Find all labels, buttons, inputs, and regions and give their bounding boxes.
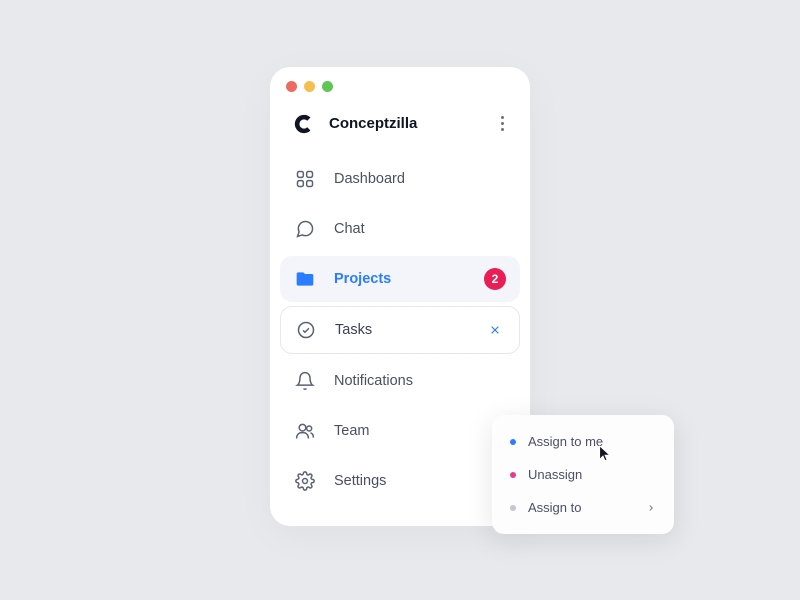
sidebar-item-tasks[interactable]: Tasks: [280, 306, 520, 354]
more-menu-button[interactable]: [497, 112, 508, 135]
menu-item-assign-to-me[interactable]: Assign to me: [498, 425, 668, 458]
projects-count-badge: 2: [484, 268, 506, 290]
sidebar-item-projects[interactable]: Projects 2: [280, 256, 520, 302]
sidebar-item-dashboard[interactable]: Dashboard: [280, 156, 520, 202]
app-logo-icon: [292, 112, 316, 136]
menu-item-label: Assign to me: [528, 434, 603, 449]
sidebar-item-label: Team: [334, 423, 369, 439]
menu-item-assign-to[interactable]: Assign to: [498, 491, 668, 524]
menu-item-unassign[interactable]: Unassign: [498, 458, 668, 491]
close-icon[interactable]: [485, 320, 505, 340]
sidebar-item-label: Settings: [334, 473, 386, 489]
sidebar-item-settings[interactable]: Settings: [280, 458, 520, 504]
status-dot-icon: [510, 472, 516, 478]
app-window: Conceptzilla Dashboard Chat Projects 2: [270, 67, 530, 526]
status-dot-icon: [510, 505, 516, 511]
gear-icon: [294, 470, 316, 492]
sidebar-nav: Dashboard Chat Projects 2 Tasks: [270, 156, 530, 526]
menu-item-label: Assign to: [528, 500, 581, 515]
sidebar-item-label: Chat: [334, 221, 365, 237]
minimize-traffic-dot[interactable]: [304, 81, 315, 92]
chat-icon: [294, 218, 316, 240]
bell-icon: [294, 370, 316, 392]
sidebar-item-label: Projects: [334, 271, 391, 287]
brand-header: Conceptzilla: [270, 106, 530, 156]
brand-name: Conceptzilla: [329, 115, 417, 132]
sidebar-item-notifications[interactable]: Notifications: [280, 358, 520, 404]
grid-icon: [294, 168, 316, 190]
maximize-traffic-dot[interactable]: [322, 81, 333, 92]
pointer-cursor-icon: [597, 444, 612, 462]
chevron-right-icon: [646, 503, 656, 513]
sidebar-item-label: Notifications: [334, 373, 413, 389]
folder-icon: [294, 268, 316, 290]
window-traffic-lights: [270, 81, 530, 106]
sidebar-item-label: Tasks: [335, 322, 372, 338]
users-icon: [294, 420, 316, 442]
menu-item-label: Unassign: [528, 467, 582, 482]
tasks-context-menu: Assign to me Unassign Assign to: [492, 415, 674, 534]
sidebar-item-label: Dashboard: [334, 171, 405, 187]
sidebar-item-team[interactable]: Team: [280, 408, 520, 454]
close-traffic-dot[interactable]: [286, 81, 297, 92]
status-dot-icon: [510, 439, 516, 445]
check-circle-icon: [295, 319, 317, 341]
sidebar-item-chat[interactable]: Chat: [280, 206, 520, 252]
